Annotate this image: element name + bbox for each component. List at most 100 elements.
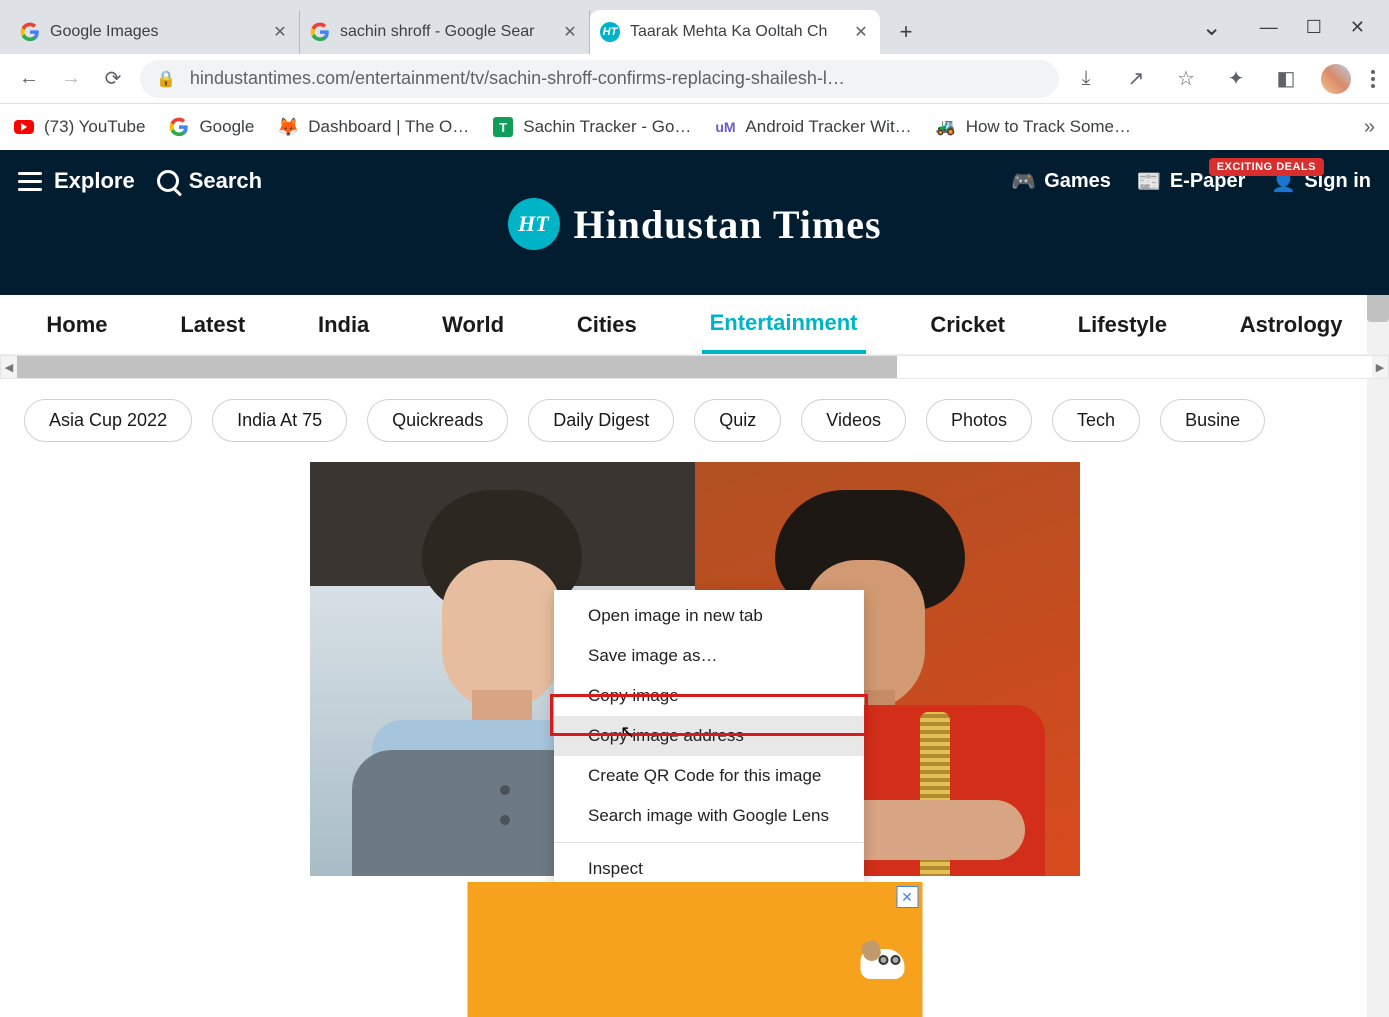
tab-label: Google Images — [50, 23, 265, 41]
scroll-track[interactable] — [17, 356, 1372, 378]
star-icon[interactable]: ☆ — [1171, 64, 1201, 94]
nav-entertainment[interactable]: Entertainment — [702, 296, 866, 354]
close-window-icon[interactable]: ✕ — [1350, 17, 1365, 38]
ctx-separator — [554, 842, 864, 843]
tab-sachin-search[interactable]: sachin shroff - Google Sear ✕ — [300, 10, 590, 54]
nav-india[interactable]: India — [310, 298, 377, 352]
google-favicon — [20, 22, 40, 42]
bottom-ad[interactable]: ✕ — [467, 882, 922, 1017]
tag-tech[interactable]: Tech — [1052, 399, 1140, 442]
scroll-thumb[interactable] — [17, 356, 897, 378]
scroll-right-arrow[interactable]: ▶ — [1372, 356, 1388, 378]
ht-favicon: HT — [600, 22, 620, 42]
bookmark-how-to-track[interactable]: 🚜 How to Track Some… — [936, 117, 1131, 137]
sheet-icon: T — [493, 117, 513, 137]
bookmark-label: Google — [199, 117, 254, 137]
search-label: Search — [189, 168, 262, 194]
lock-icon: 🔒 — [156, 69, 176, 89]
google-icon — [169, 117, 189, 137]
search-button[interactable]: Search — [157, 168, 262, 194]
bookmark-label: Android Tracker Wit… — [745, 117, 911, 137]
bookmarks-overflow-icon[interactable]: » — [1364, 116, 1375, 139]
bookmark-sachin-tracker[interactable]: T Sachin Tracker - Go… — [493, 117, 691, 137]
tag-videos[interactable]: Videos — [801, 399, 906, 442]
ctx-open-new-tab[interactable]: Open image in new tab — [554, 596, 864, 636]
bookmark-label: (73) YouTube — [44, 117, 145, 137]
maximize-icon[interactable]: ☐ — [1306, 17, 1322, 38]
nav-lifestyle[interactable]: Lifestyle — [1070, 298, 1175, 352]
games-link[interactable]: 🎮 Games — [1011, 169, 1111, 194]
search-icon — [157, 170, 179, 192]
tab-strip: Google Images ✕ sachin shroff - Google S… — [10, 0, 880, 54]
tag-quiz[interactable]: Quiz — [694, 399, 781, 442]
tag-business[interactable]: Busine — [1160, 399, 1265, 442]
browser-titlebar: Google Images ✕ sachin shroff - Google S… — [0, 0, 1389, 54]
tag-quickreads[interactable]: Quickreads — [367, 399, 508, 442]
tab-google-images[interactable]: Google Images ✕ — [10, 10, 300, 54]
horizontal-scrollbar[interactable]: ◀ ▶ — [0, 355, 1389, 379]
back-button[interactable]: ← — [14, 64, 44, 94]
youtube-icon — [14, 120, 34, 134]
tab-label: sachin shroff - Google Sear — [340, 23, 555, 41]
bookmarks-bar: (73) YouTube Google 🦊 Dashboard | The O…… — [0, 104, 1389, 150]
tag-asia-cup[interactable]: Asia Cup 2022 — [24, 399, 192, 442]
tag-photos[interactable]: Photos — [926, 399, 1032, 442]
deals-badge[interactable]: EXCITING DEALS — [1209, 158, 1324, 176]
explore-label: Explore — [54, 168, 135, 194]
tab-label: Taarak Mehta Ka Ooltah Ch — [630, 23, 846, 41]
tracker-icon: 🚜 — [936, 117, 956, 137]
install-icon[interactable]: ⤓ — [1071, 64, 1101, 94]
tab-taarak-mehta[interactable]: HT Taarak Mehta Ka Ooltah Ch ✕ — [590, 10, 880, 54]
reload-button[interactable]: ⟳ — [98, 64, 128, 94]
tag-india-75[interactable]: India At 75 — [212, 399, 347, 442]
brand-text: Hindustan Times — [573, 201, 881, 248]
ctx-create-qr[interactable]: Create QR Code for this image — [554, 756, 864, 796]
main-nav: Home Latest India World Cities Entertain… — [0, 295, 1389, 355]
bookmark-youtube[interactable]: (73) YouTube — [14, 117, 145, 137]
newspaper-icon: 📰 — [1137, 169, 1162, 194]
extensions-icon[interactable]: ✦ — [1221, 64, 1251, 94]
bookmark-dashboard[interactable]: 🦊 Dashboard | The O… — [278, 117, 469, 137]
more-menu-icon[interactable] — [1371, 70, 1375, 88]
ad-glasses-graphic — [878, 955, 900, 965]
ctx-search-google-lens[interactable]: Search image with Google Lens — [554, 796, 864, 836]
tag-daily-digest[interactable]: Daily Digest — [528, 399, 674, 442]
profile-avatar[interactable] — [1321, 64, 1351, 94]
nav-world[interactable]: World — [434, 298, 512, 352]
hamburger-icon — [18, 172, 42, 191]
nav-home[interactable]: Home — [38, 298, 115, 352]
toolbar-actions: ⤓ ↗ ☆ ✦ ◧ — [1071, 64, 1375, 94]
gamepad-icon: 🎮 — [1011, 169, 1036, 194]
chevron-down-icon[interactable]: ⌄ — [1202, 13, 1222, 42]
ctx-copy-image-address[interactable]: Copy image address — [554, 716, 864, 756]
side-panel-icon[interactable]: ◧ — [1271, 64, 1301, 94]
site-header: EXCITING DEALS Explore Search 🎮 Games 📰 … — [0, 150, 1389, 295]
forward-button[interactable]: → — [56, 64, 86, 94]
close-icon[interactable]: ✕ — [852, 23, 870, 41]
browser-toolbar: ← → ⟳ 🔒 hindustantimes.com/entertainment… — [0, 54, 1389, 104]
bookmark-google[interactable]: Google — [169, 117, 254, 137]
topic-tags: Asia Cup 2022 India At 75 Quickreads Dai… — [0, 379, 1389, 462]
ctx-copy-image[interactable]: Copy image — [554, 676, 864, 716]
bookmark-label: How to Track Some… — [966, 117, 1131, 137]
close-icon[interactable]: ✕ — [271, 23, 289, 41]
brand-badge: HT — [507, 198, 559, 250]
close-icon[interactable]: ✕ — [561, 23, 579, 41]
fox-icon: 🦊 — [278, 117, 298, 137]
ad-close-icon[interactable]: ✕ — [896, 886, 918, 908]
brand-logo[interactable]: HT Hindustan Times — [507, 198, 881, 250]
bookmark-label: Sachin Tracker - Go… — [523, 117, 691, 137]
nav-latest[interactable]: Latest — [172, 298, 253, 352]
nav-cities[interactable]: Cities — [569, 298, 645, 352]
new-tab-button[interactable]: + — [890, 16, 922, 48]
nav-cricket[interactable]: Cricket — [922, 298, 1013, 352]
minimize-icon[interactable]: — — [1260, 17, 1278, 38]
explore-menu[interactable]: Explore — [18, 168, 135, 194]
address-bar[interactable]: 🔒 hindustantimes.com/entertainment/tv/sa… — [140, 60, 1059, 98]
scroll-left-arrow[interactable]: ◀ — [1, 356, 17, 378]
bookmark-android-tracker[interactable]: uM Android Tracker Wit… — [715, 117, 911, 137]
url-text: hindustantimes.com/entertainment/tv/sach… — [190, 68, 845, 89]
nav-astrology[interactable]: Astrology — [1232, 298, 1351, 352]
ctx-save-image-as[interactable]: Save image as… — [554, 636, 864, 676]
share-icon[interactable]: ↗ — [1121, 64, 1151, 94]
